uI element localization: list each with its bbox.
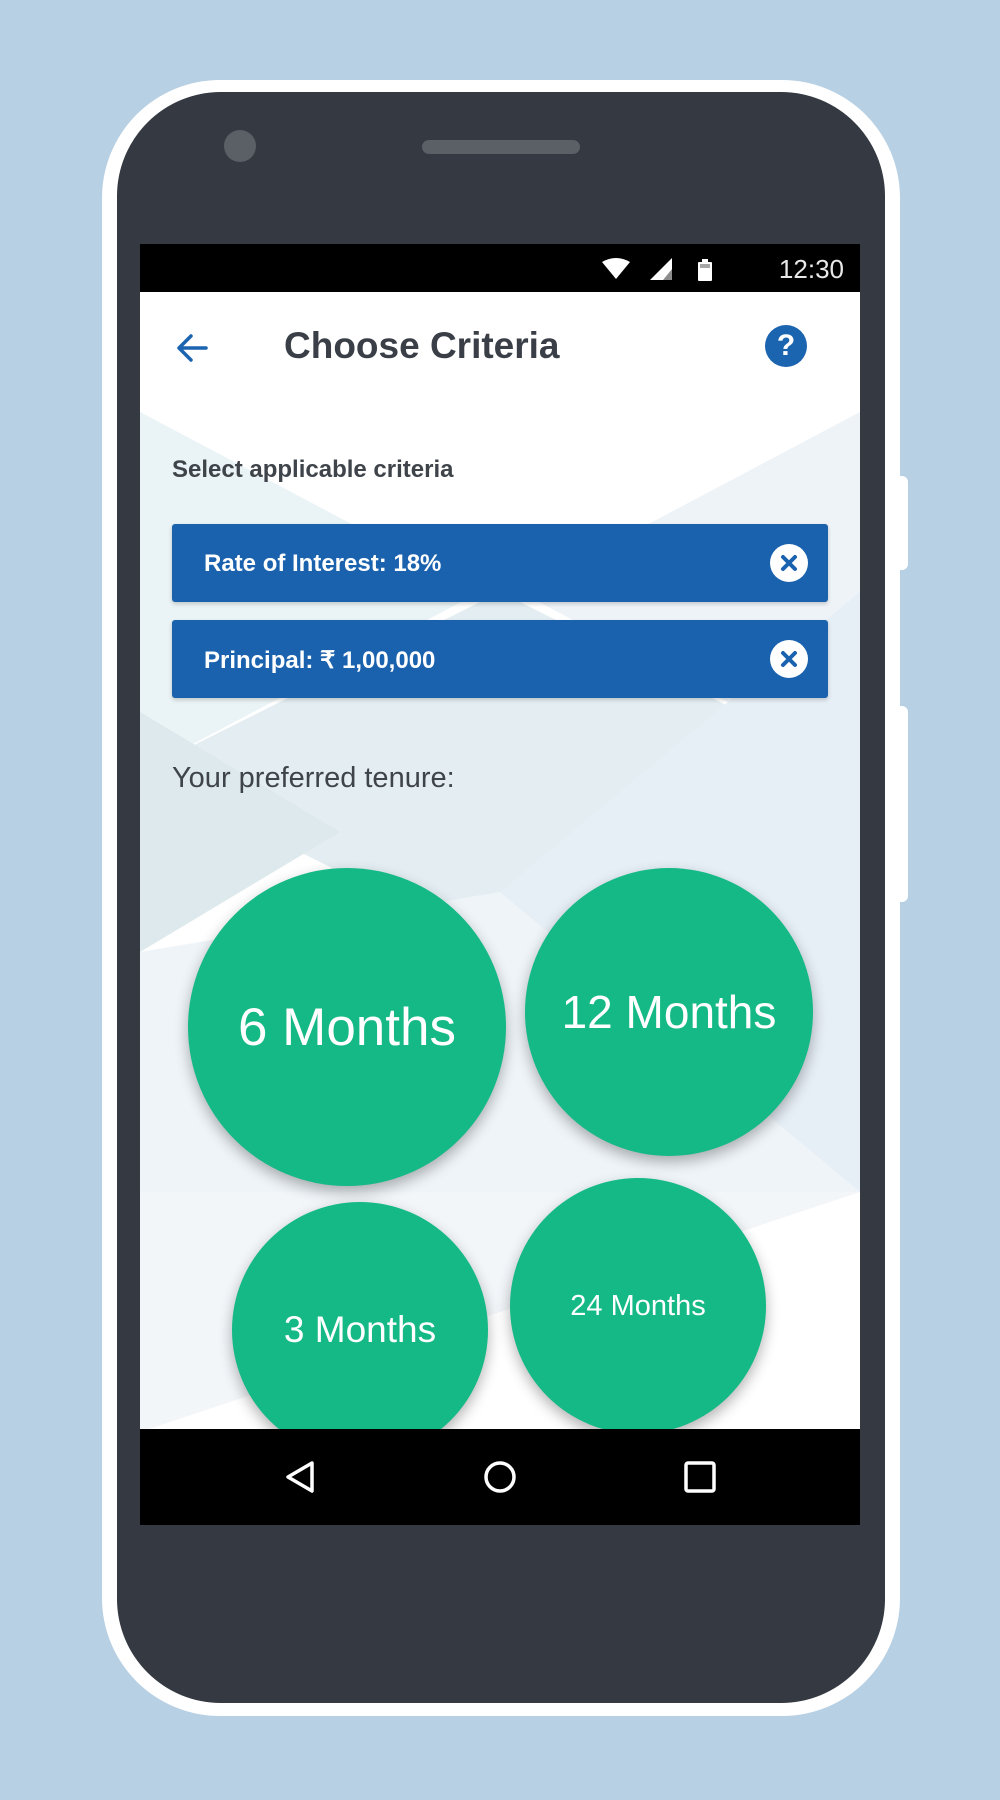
square-recents-icon <box>684 1461 716 1493</box>
tenure-label: Your preferred tenure: <box>172 762 455 794</box>
status-bar: 12:30 <box>140 244 860 292</box>
close-icon <box>781 651 797 667</box>
back-button[interactable] <box>168 324 216 372</box>
help-button[interactable]: ? <box>765 325 807 367</box>
app-bar: Choose Criteria ? <box>140 292 860 402</box>
arrow-left-icon <box>177 334 208 362</box>
battery-icon <box>698 259 712 281</box>
criteria-chip-interest: Rate of Interest: 18% <box>172 524 828 602</box>
tenure-option-6-months[interactable]: 6 Months <box>188 868 506 1186</box>
chip-label: Rate of Interest: 18% <box>204 550 442 577</box>
chip-label: Principal: ₹ 1,00,000 <box>204 647 436 674</box>
tenure-option-label: 12 Months <box>561 986 777 1038</box>
phone-camera <box>224 130 256 162</box>
tenure-option-label: 24 Months <box>570 1289 706 1322</box>
tenure-option-label: 3 Months <box>283 1309 437 1350</box>
phone-speaker <box>422 140 580 154</box>
remove-chip-button[interactable] <box>770 640 808 678</box>
nav-bar <box>140 1429 860 1525</box>
status-time: 12:30 <box>778 254 844 284</box>
main-content: Choose Criteria ? Select applicable crit… <box>140 292 860 1429</box>
criteria-chip-principal: Principal: ₹ 1,00,000 <box>172 620 828 698</box>
triangle-back-icon <box>286 1461 314 1493</box>
phone-side-button-volume <box>899 706 908 902</box>
question-mark-icon: ? <box>776 329 796 362</box>
nav-back-button[interactable] <box>274 1451 326 1503</box>
nav-home-button[interactable] <box>474 1451 526 1503</box>
remove-chip-button[interactable] <box>770 544 808 582</box>
phone-side-button-power <box>899 476 908 570</box>
nav-recents-button[interactable] <box>674 1451 726 1503</box>
close-icon <box>781 555 797 571</box>
tenure-option-24-months[interactable]: 24 Months <box>510 1178 766 1429</box>
wifi-icon <box>602 258 630 279</box>
tenure-option-12-months[interactable]: 12 Months <box>525 868 813 1156</box>
tenure-option-label: 6 Months <box>237 997 456 1057</box>
criteria-label: Select applicable criteria <box>172 456 454 483</box>
phone-screen: 12:30 Choose Criteria ? Select applicabl… <box>140 244 860 1525</box>
status-icons <box>602 258 712 281</box>
page-title: Choose Criteria <box>284 325 560 366</box>
circle-home-icon <box>484 1461 516 1493</box>
